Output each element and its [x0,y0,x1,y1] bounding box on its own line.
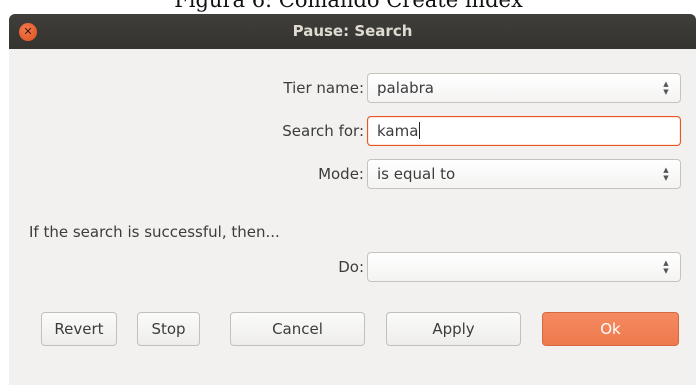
titlebar: ✕ Pause: Search [9,14,696,49]
up-down-arrows-icon: ▲ ▼ [663,166,669,182]
success-section-text: If the search is successful, then... [29,223,280,241]
tier-name-value: palabra [377,79,434,97]
mode-value: is equal to [377,165,456,183]
search-for-label: Search for: [282,122,364,140]
tier-name-select[interactable]: palabra ▲ ▼ [367,73,681,103]
mode-label: Mode: [318,165,364,183]
window-title: Pause: Search [292,22,413,40]
search-for-input[interactable]: kama [367,116,681,146]
revert-button[interactable]: Revert [41,312,117,346]
do-select[interactable]: ▲ ▼ [367,252,681,282]
search-for-value: kama [377,122,419,140]
dialog-window: ✕ Pause: Search Tier name: palabra ▲ ▼ Se… [9,14,696,385]
do-label: Do: [338,258,364,276]
text-caret [419,122,421,139]
cancel-button[interactable]: Cancel [230,312,365,346]
up-down-arrows-icon: ▲ ▼ [663,259,669,275]
figure-caption: Figura 6: Comando Create index [0,0,697,14]
apply-button[interactable]: Apply [386,312,521,346]
up-down-arrows-icon: ▲ ▼ [663,80,669,96]
tier-name-label: Tier name: [283,79,364,97]
figure-caption-text: Figura 6: Comando Create index [174,0,523,12]
stop-button[interactable]: Stop [137,312,200,346]
ok-button[interactable]: Ok [542,312,679,346]
mode-select[interactable]: is equal to ▲ ▼ [367,159,681,189]
